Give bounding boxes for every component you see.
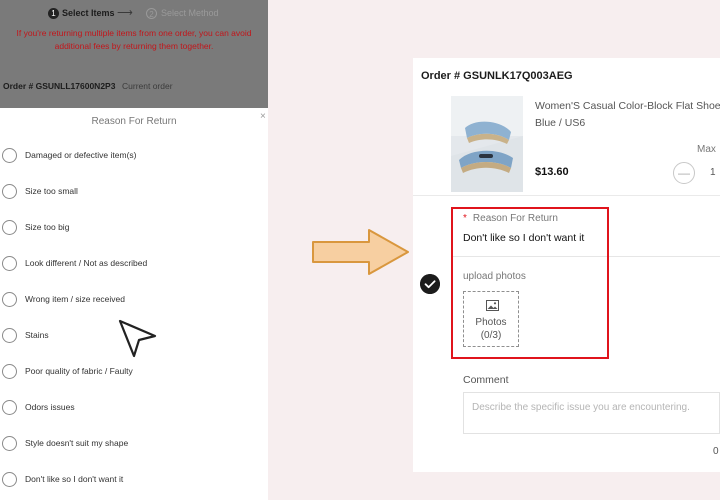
- reason-option-label: Damaged or defective item(s): [25, 150, 137, 160]
- comment-placeholder: Describe the specific issue you are enco…: [472, 402, 690, 413]
- reason-option[interactable]: Size too small: [0, 179, 268, 203]
- check-circle-icon[interactable]: [420, 274, 440, 294]
- radio-button[interactable]: [2, 184, 17, 199]
- radio-button[interactable]: [2, 472, 17, 487]
- comment-label: Comment: [463, 374, 509, 386]
- radio-button[interactable]: [2, 400, 17, 415]
- combine-returns-notice: If you're returning multiple items from …: [0, 27, 268, 53]
- comment-textarea[interactable]: Describe the specific issue you are enco…: [463, 392, 720, 434]
- product-price: $13.60: [535, 166, 569, 178]
- product-title: Women'S Casual Color-Block Flat Shoes Bl…: [535, 98, 720, 132]
- quantity-value: 1: [710, 167, 716, 178]
- return-items-panel: 1 Select Items ⟶ 2 Select Method If you'…: [0, 0, 268, 500]
- pointer-cursor-icon: [118, 319, 157, 358]
- quantity-decrease-button[interactable]: —: [673, 162, 695, 184]
- radio-button[interactable]: [2, 148, 17, 163]
- radio-button[interactable]: [2, 328, 17, 343]
- reason-option[interactable]: Poor quality of fabric / Faulty: [0, 359, 268, 383]
- step2-number: 2: [146, 8, 157, 19]
- close-icon[interactable]: ×: [260, 111, 266, 122]
- reason-option-label: Poor quality of fabric / Faulty: [25, 366, 133, 376]
- right-arrow-icon: [312, 229, 409, 275]
- reason-option[interactable]: Damaged or defective item(s): [0, 143, 268, 167]
- reason-option-label: Style doesn't suit my shape: [25, 438, 129, 448]
- step2-label: Select Method: [161, 8, 219, 18]
- radio-button[interactable]: [2, 436, 17, 451]
- max-quantity-label: Max: [697, 144, 716, 155]
- reason-option[interactable]: Look different / Not as described: [0, 251, 268, 275]
- reason-for-return-sheet: Reason For Return × Damaged or defective…: [0, 108, 268, 500]
- radio-button[interactable]: [2, 220, 17, 235]
- step-arrow-icon: ⟶: [117, 7, 133, 19]
- reason-option[interactable]: Don't like so I don't want it: [0, 467, 268, 491]
- radio-button[interactable]: [2, 292, 17, 307]
- product-variant: Blue / US6: [535, 117, 586, 129]
- reason-option-label: Look different / Not as described: [25, 258, 148, 268]
- radio-button[interactable]: [2, 364, 17, 379]
- order-number: Order # GSUNLL17600N2P3: [3, 81, 116, 91]
- reason-option-label: Odors issues: [25, 402, 75, 412]
- return-item-card: Order # GSUNLK17Q003AEG Women'S Casual C…: [413, 58, 720, 472]
- reason-option-label: Size too big: [25, 222, 70, 232]
- reason-option-label: Stains: [25, 330, 49, 340]
- radio-button[interactable]: [2, 256, 17, 271]
- reason-option-label: Wrong item / size received: [25, 294, 125, 304]
- product-thumbnail[interactable]: [451, 96, 523, 192]
- current-order-tag: Current order: [122, 81, 173, 91]
- notice-line-2: additional fees by returning them togeth…: [54, 41, 214, 51]
- divider: [413, 195, 720, 196]
- reason-option[interactable]: Wrong item / size received: [0, 287, 268, 311]
- comment-char-count: 0: [713, 446, 719, 457]
- reason-option[interactable]: Odors issues: [0, 395, 268, 419]
- highlight-box: [451, 207, 609, 359]
- reason-option[interactable]: Style doesn't suit my shape: [0, 431, 268, 455]
- product-name: Women'S Casual Color-Block Flat Shoes: [535, 100, 720, 112]
- step-indicator: 1 Select Items ⟶ 2 Select Method: [0, 6, 268, 22]
- reason-option-label: Size too small: [25, 186, 78, 196]
- sheet-title: Reason For Return: [91, 116, 177, 127]
- notice-line-1: If you're returning multiple items from …: [16, 28, 252, 38]
- order-number: Order # GSUNLK17Q003AEG: [421, 70, 573, 82]
- step1-label: Select Items: [62, 8, 115, 18]
- reason-option[interactable]: Size too big: [0, 215, 268, 239]
- reason-option-label: Don't like so I don't want it: [25, 474, 124, 484]
- dimmed-header-overlay: 1 Select Items ⟶ 2 Select Method If you'…: [0, 0, 268, 108]
- step1-number: 1: [48, 8, 59, 19]
